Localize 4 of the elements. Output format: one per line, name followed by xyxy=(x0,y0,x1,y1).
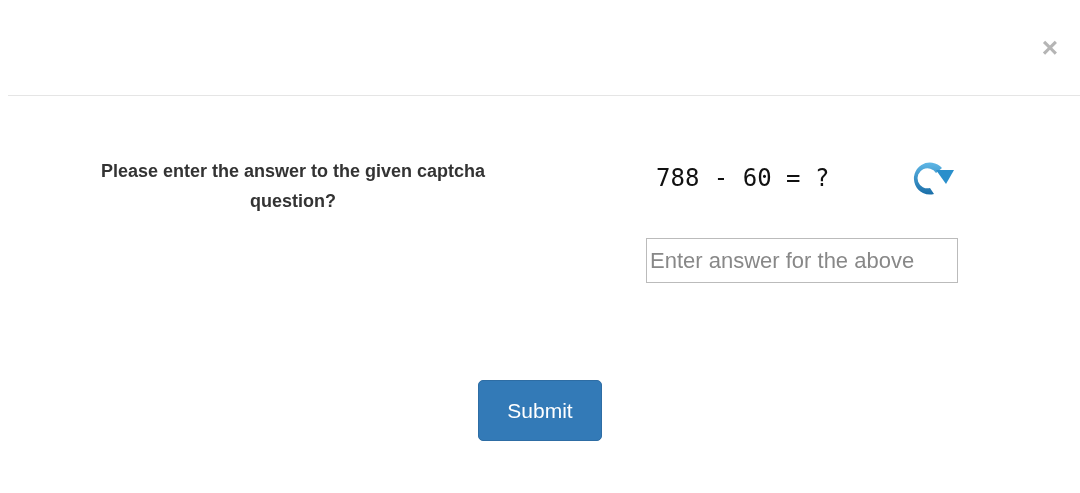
submit-button[interactable]: Submit xyxy=(478,380,602,441)
answer-field[interactable]: Enter answer for the above xyxy=(646,238,958,283)
captcha-prompt: Please enter the answer to the given captcha question? xyxy=(99,160,487,213)
captcha-question: 788 - 60 = ? xyxy=(656,164,831,192)
